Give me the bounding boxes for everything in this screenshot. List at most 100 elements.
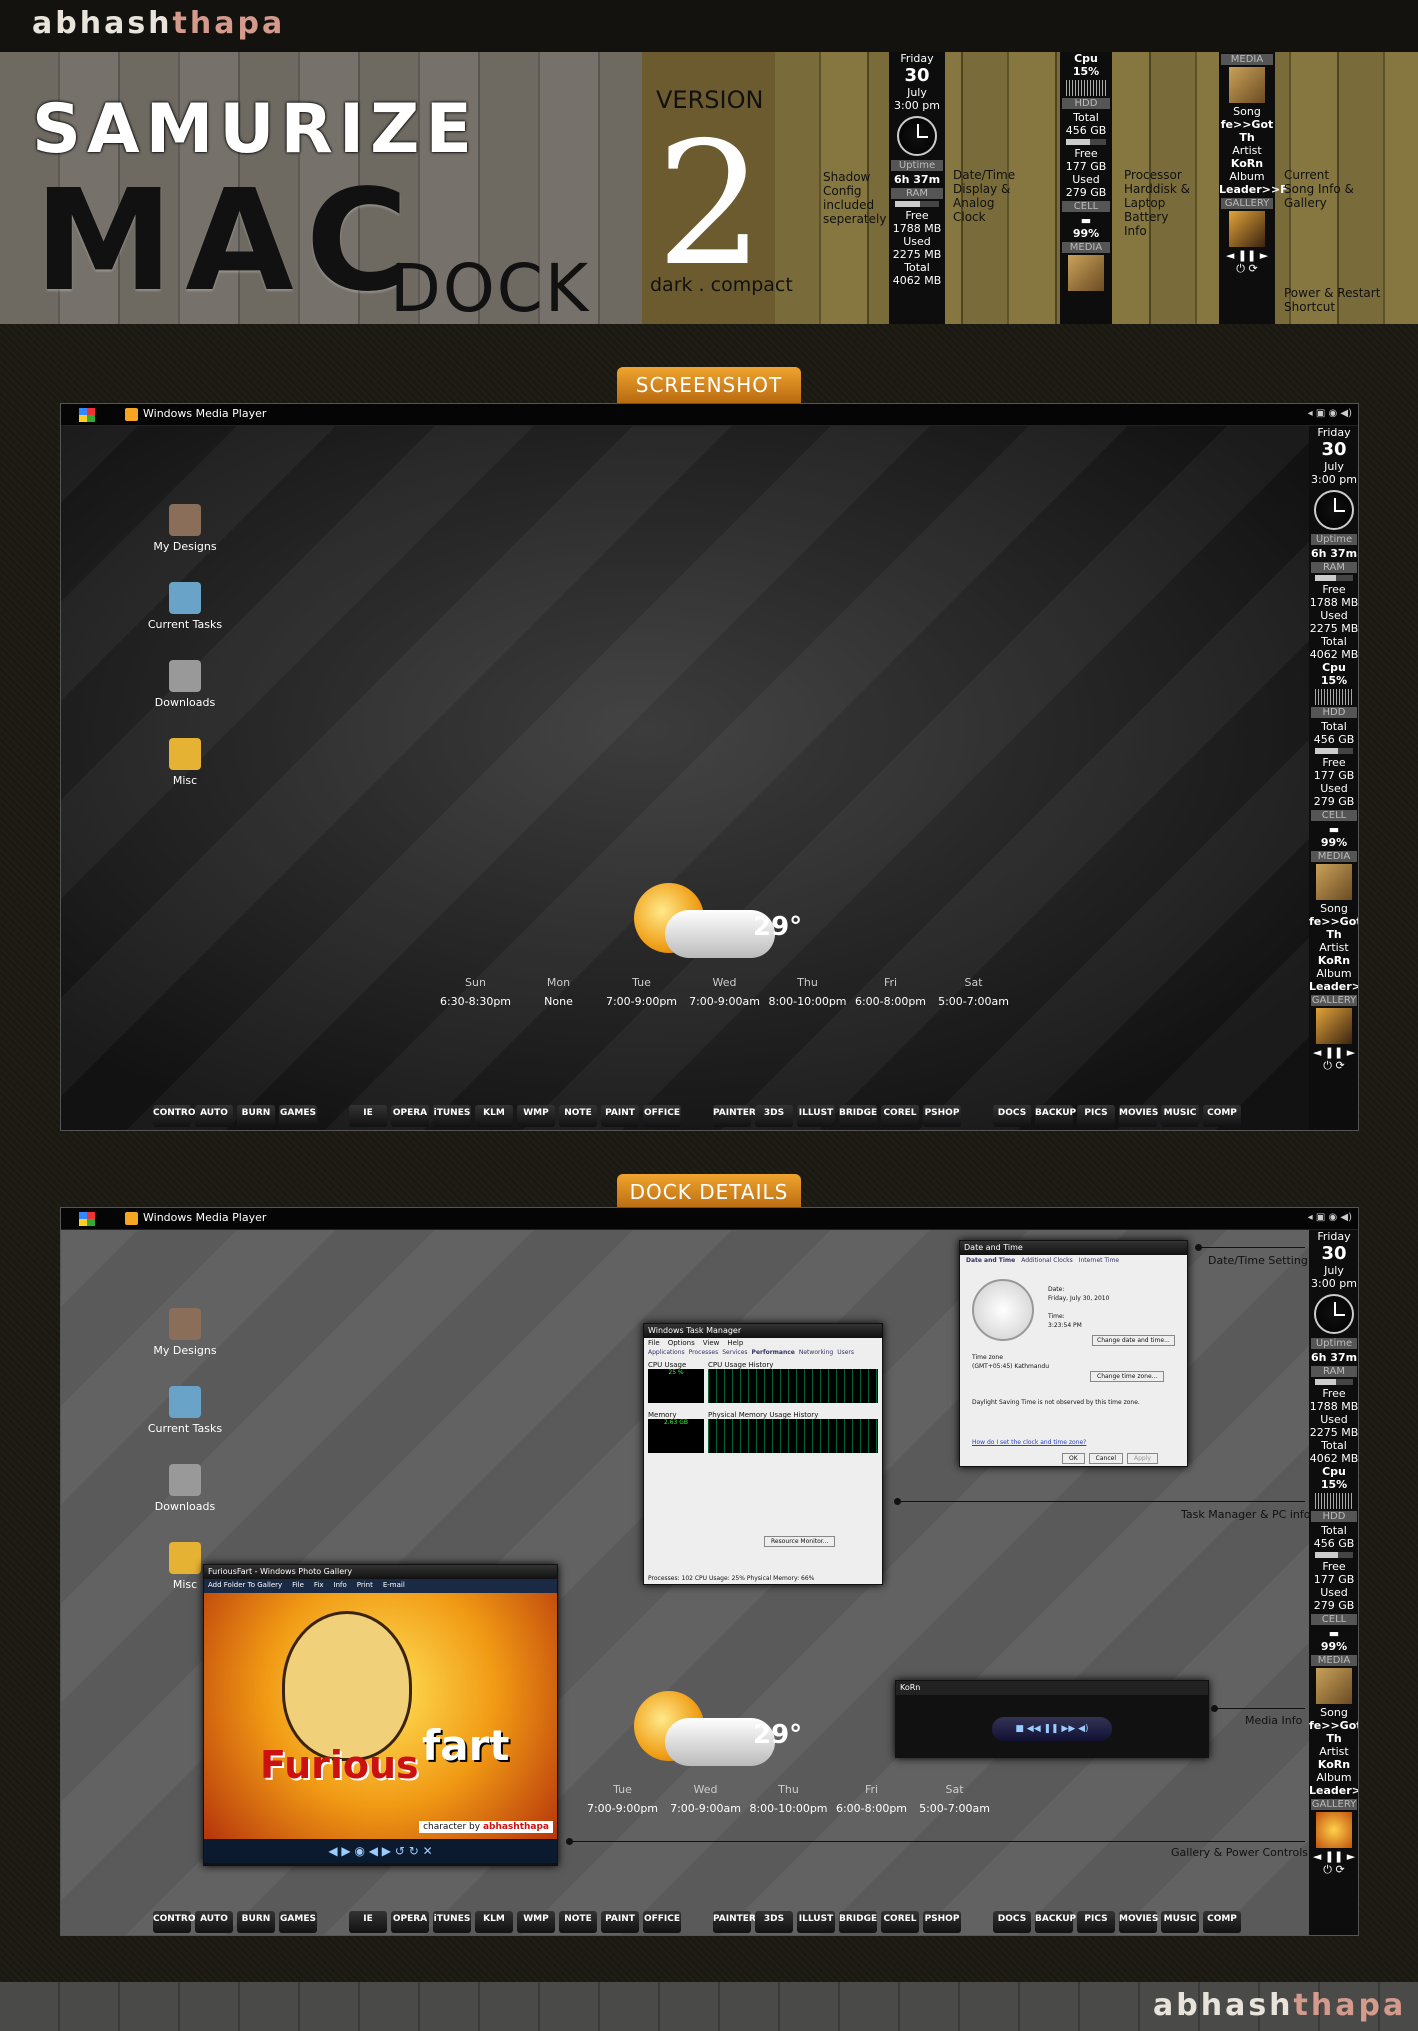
dock-item-3ds[interactable]: 3DS — [755, 1105, 793, 1127]
dock-item-wmp[interactable]: WMP — [517, 1105, 555, 1127]
taskmgr-titlebar[interactable]: Windows Task Manager — [644, 1324, 882, 1338]
cancel-button[interactable]: Cancel — [1088, 1453, 1123, 1464]
dock-item-note[interactable]: NOTE — [559, 1105, 597, 1127]
dock-item-ie[interactable]: IE — [349, 1105, 387, 1127]
callout-line — [900, 1501, 1305, 1502]
dock-item-klm[interactable]: KLM — [475, 1105, 513, 1127]
dock-item-opera[interactable]: OPERA — [391, 1105, 429, 1127]
power-restart-icon[interactable]: ⏻ ⟳ — [1309, 1059, 1358, 1073]
taskmgr-menu[interactable]: File Options View Help — [644, 1338, 882, 1348]
dock-item-klm[interactable]: KLM — [475, 1911, 513, 1933]
desktop-icon-current-tasks[interactable]: Current Tasks — [140, 582, 230, 631]
dock-item-bridge[interactable]: BRIDGE — [839, 1105, 877, 1127]
desktop-icon-downloads[interactable]: Downloads — [140, 660, 230, 709]
wmp-titlebar[interactable]: KoRn — [896, 1681, 1208, 1695]
dock-item-corel[interactable]: COREL — [881, 1911, 919, 1933]
media-controls[interactable]: ◄ ❚❚ ► — [1309, 1850, 1358, 1863]
dock-item-pics[interactable]: PICS — [1077, 1105, 1115, 1127]
dock-item-comp[interactable]: COMP — [1203, 1911, 1241, 1933]
gallery-toolbar[interactable]: Add Folder To Gallery File Fix Info Print E-m… — [204, 1579, 557, 1593]
system-tray[interactable]: ◂ ▣ ◉ ◀) — [1308, 408, 1352, 419]
dock-item-comp[interactable]: COMP — [1203, 1105, 1241, 1127]
dock-item-music[interactable]: MUSIC — [1161, 1911, 1199, 1933]
dock-item-itunes[interactable]: iTUNES — [433, 1911, 471, 1933]
dock-item-wmp[interactable]: WMP — [517, 1911, 555, 1933]
media-controls[interactable]: ◄ ❚❚ ► — [1219, 249, 1275, 262]
art-text-fart: fart — [422, 1721, 510, 1770]
change-date-time-button[interactable]: Change date and time... — [1092, 1335, 1175, 1346]
datetime-tabs[interactable]: Date and Time Additional Clocks Internet T… — [960, 1255, 1187, 1266]
note-processor: Processor Harddisk & Laptop Battery Info — [1124, 168, 1191, 238]
desktop-icon-misc[interactable]: Misc — [140, 738, 230, 787]
dock-item-itunes[interactable]: iTUNES — [433, 1105, 471, 1127]
change-time-zone-button[interactable]: Change time zone... — [1090, 1371, 1165, 1382]
taskmgr-tabs[interactable]: Applications Processes Services Performance… — [644, 1348, 882, 1357]
media-controls[interactable]: ◄ ❚❚ ► — [1309, 1046, 1358, 1059]
desktop-icon-current-tasks[interactable]: Current Tasks — [140, 1386, 230, 1435]
dock-item-games[interactable]: GAMES — [279, 1105, 317, 1127]
windows-start-icon[interactable] — [79, 408, 95, 422]
apply-button[interactable]: Apply — [1127, 1453, 1158, 1464]
dock-item-painter[interactable]: PAINTER — [713, 1105, 756, 1127]
windows-start-icon[interactable] — [79, 1212, 95, 1226]
dock-item-burn[interactable]: BURN — [237, 1911, 275, 1933]
ok-button[interactable]: OK — [1062, 1453, 1085, 1464]
gallery-titlebar[interactable]: FuriousFart - Windows Photo Gallery — [204, 1565, 557, 1579]
dock-item-docs[interactable]: DOCS — [993, 1911, 1031, 1933]
dock-item-burn[interactable]: BURN — [237, 1105, 275, 1127]
dock-item-corel[interactable]: COREL — [881, 1105, 919, 1127]
dock-item-pics[interactable]: PICS — [1077, 1911, 1115, 1933]
dock-item-ie[interactable]: IE — [349, 1911, 387, 1933]
dock-item-3ds[interactable]: 3DS — [755, 1911, 793, 1933]
photo-gallery-window[interactable]: FuriousFart - Windows Photo Gallery Add … — [203, 1564, 558, 1866]
desktop-icon-my-designs[interactable]: My Designs — [140, 1308, 230, 1357]
furiousfart-artwork: Furious fart character by abhashthapa — [204, 1593, 557, 1839]
dock-item-docs[interactable]: DOCS — [993, 1105, 1031, 1127]
datetime-titlebar[interactable]: Date and Time — [960, 1241, 1187, 1255]
dock-item-auto[interactable]: AUTO — [195, 1105, 233, 1127]
battery-icon: ▬ — [1328, 823, 1340, 836]
taskbar-item-wmp[interactable]: Windows Media Player — [125, 407, 266, 421]
dock-item-illust[interactable]: ILLUST — [797, 1105, 835, 1127]
dock-item-backup[interactable]: BACKUP — [1035, 1105, 1076, 1127]
taskbar: Windows Media Player ◂ ▣ ◉ ◀) — [61, 1208, 1358, 1230]
dock-item-illust[interactable]: ILLUST — [797, 1911, 835, 1933]
dock-item-control[interactable]: CONTROL — [153, 1105, 201, 1127]
desktop-icon-downloads[interactable]: Downloads — [140, 1464, 230, 1513]
dock-item-office[interactable]: OFFICE — [643, 1911, 681, 1933]
dock-item-paint[interactable]: PAINT — [601, 1105, 639, 1127]
dock-item-paint[interactable]: PAINT — [601, 1911, 639, 1933]
dock-item-opera[interactable]: OPERA — [391, 1911, 429, 1933]
dock-item-office[interactable]: OFFICE — [643, 1105, 681, 1127]
power-restart-icon[interactable]: ⏻ ⟳ — [1309, 1863, 1358, 1877]
dock-item-bridge[interactable]: BRIDGE — [839, 1911, 877, 1933]
wmp-controls[interactable]: ■ ◀◀ ❚❚ ▶▶ ◀) — [992, 1717, 1112, 1741]
note-song: Current Song Info & Gallery — [1284, 168, 1354, 210]
dock-item-pshop[interactable]: PSHOP — [923, 1911, 961, 1933]
gallery-thumbnail[interactable] — [1229, 211, 1265, 247]
gallery-thumbnail[interactable] — [1316, 1812, 1352, 1848]
dock-item-note[interactable]: NOTE — [559, 1911, 597, 1933]
task-manager-window[interactable]: Windows Task Manager File Options View Help… — [643, 1323, 883, 1585]
dock-item-control[interactable]: CONTROL — [153, 1911, 201, 1933]
system-tray[interactable]: ◂ ▣ ◉ ◀) — [1308, 1212, 1352, 1223]
gallery-thumbnail[interactable] — [1316, 1008, 1352, 1044]
date-time-window[interactable]: Date and Time Date and Time Additional Cl… — [959, 1240, 1188, 1467]
dock: CONTROL AUTO BURN GAMES IE OPERA iTUNES KLM WMP N… — [153, 1104, 1245, 1128]
taskbar-item-wmp[interactable]: Windows Media Player — [125, 1211, 266, 1225]
resource-monitor-button[interactable]: Resource Monitor... — [764, 1536, 836, 1547]
dock-item-painter[interactable]: PAINTER — [713, 1911, 756, 1933]
wmp-mini-window[interactable]: KoRn ■ ◀◀ ❚❚ ▶▶ ◀) — [895, 1680, 1209, 1758]
dock-item-games[interactable]: GAMES — [279, 1911, 317, 1933]
dock-item-movies[interactable]: MOVIES — [1119, 1911, 1158, 1933]
cpu-graph — [1066, 80, 1106, 96]
dock-item-backup[interactable]: BACKUP — [1035, 1911, 1076, 1933]
desktop-icon-my-designs[interactable]: My Designs — [140, 504, 230, 553]
gallery-controls[interactable]: ◀ ▶ ◉ ◀ ▶ ↺ ↻ ✕ — [204, 1839, 557, 1863]
dock-item-music[interactable]: MUSIC — [1161, 1105, 1199, 1127]
dock-item-pshop[interactable]: PSHOP — [923, 1105, 961, 1127]
dock-item-auto[interactable]: AUTO — [195, 1911, 233, 1933]
power-restart-icon[interactable]: ⏻ ⟳ — [1219, 262, 1275, 276]
dock-item-movies[interactable]: MOVIES — [1119, 1105, 1158, 1127]
help-link[interactable]: How do I set the clock and time zone? — [972, 1439, 1086, 1446]
